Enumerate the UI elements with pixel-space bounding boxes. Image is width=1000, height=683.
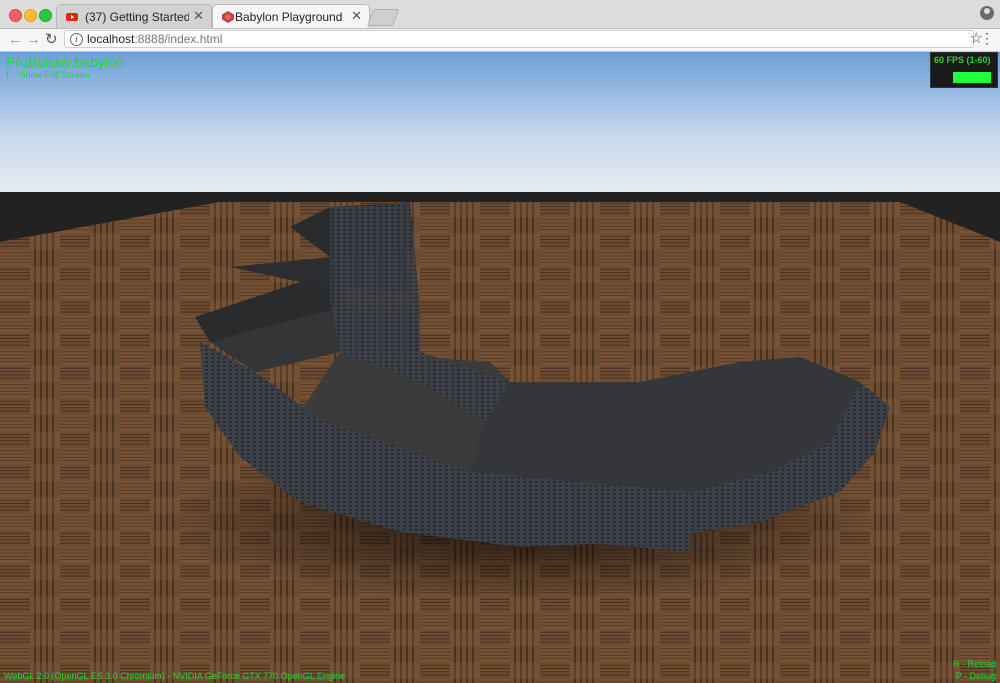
render-canvas[interactable]: ProBuilder.babylon F - Show Full Screen …: [0, 52, 1000, 683]
tab-babylon-playground[interactable]: Babylon Playground ✕: [212, 4, 370, 28]
fps-meter: 60 FPS (1-60): [930, 52, 998, 88]
menu-icon[interactable]: ⋮: [980, 30, 994, 47]
tab-close-icon[interactable]: ✕: [193, 8, 204, 24]
tab-title: Babylon Playground: [235, 10, 343, 24]
forward-arrow-icon[interactable]: →: [26, 30, 41, 50]
close-window-button[interactable]: [9, 9, 22, 22]
scene-title: ProBuilder.babylon: [6, 54, 124, 70]
tab-title: (37) Getting Started with ProBuilder: [85, 10, 189, 24]
new-tab-button[interactable]: [366, 9, 400, 26]
tab-close-icon[interactable]: ✕: [351, 8, 362, 24]
youtube-icon: [66, 13, 78, 21]
scene-render: [0, 52, 1000, 683]
address-url: localhost:8888/index.html: [87, 32, 223, 46]
debug-hint: P - Debug: [955, 671, 996, 681]
minimize-window-button[interactable]: [24, 9, 37, 22]
fullscreen-hint: F - Show Full Screen: [6, 70, 91, 80]
fps-bar-fill: [953, 72, 991, 83]
browser-title-bar: (37) Getting Started with ProBuilder ✕ B…: [0, 0, 1000, 29]
fps-label: 60 FPS (1-60): [934, 55, 991, 65]
reload-icon[interactable]: ↻: [45, 30, 58, 50]
tab-youtube[interactable]: (37) Getting Started with ProBuilder ✕: [56, 4, 212, 28]
fps-bar: [953, 72, 993, 83]
reload-hint: R - Reload: [952, 659, 996, 669]
back-arrow-icon[interactable]: ←: [8, 30, 23, 50]
browser-toolbar: ← → ↻ i localhost:8888/index.html ☆ ⋮: [0, 29, 1000, 52]
profile-icon[interactable]: [980, 6, 994, 20]
info-icon[interactable]: i: [70, 33, 83, 46]
maximize-window-button[interactable]: [39, 9, 52, 22]
babylon-icon: [222, 11, 234, 23]
address-bar[interactable]: i localhost:8888/index.html ☆: [64, 30, 983, 48]
sky: [0, 52, 1000, 192]
renderer-info: WebGL 2.0 (OpenGL ES 3.0 Chromium) - NVI…: [4, 671, 345, 681]
